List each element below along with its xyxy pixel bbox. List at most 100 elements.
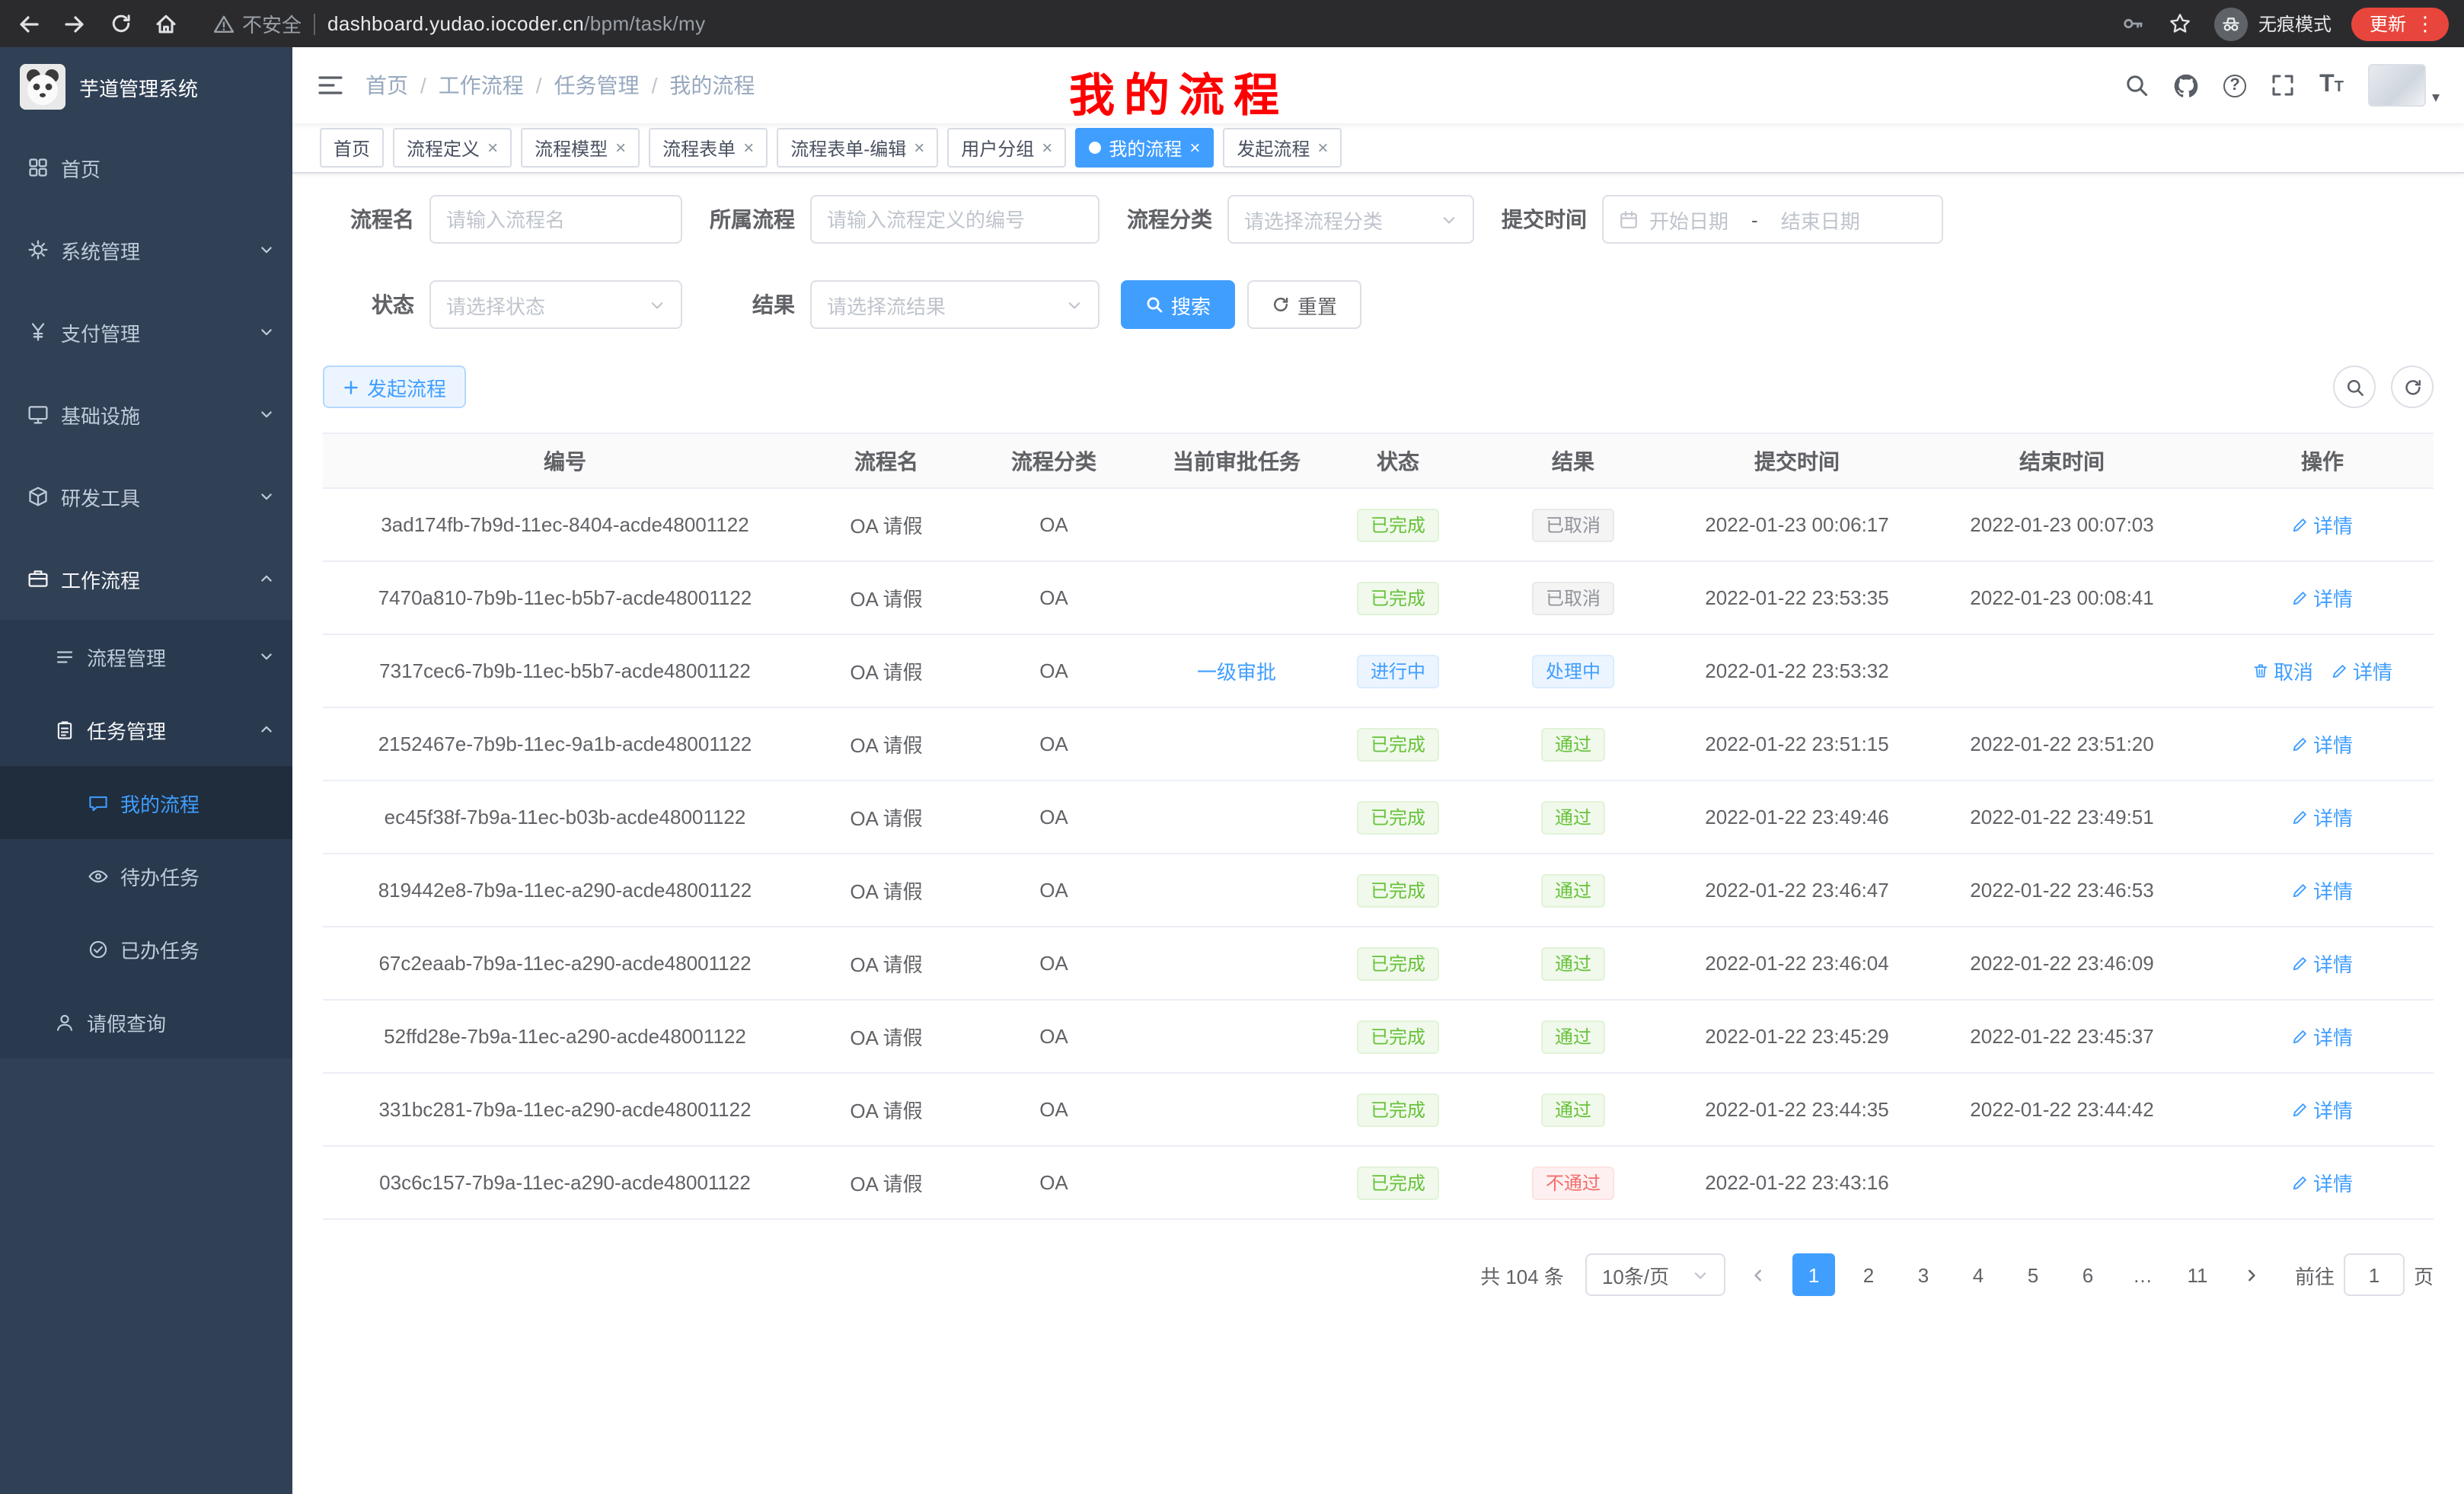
cell-end-time: 2022-01-22 23:51:20 xyxy=(1913,707,2211,781)
sidebar-item-task-management[interactable]: 任务管理 xyxy=(0,693,292,766)
update-button[interactable]: 更新 ⋮ xyxy=(2351,7,2449,40)
sidebar-item-process-management[interactable]: 流程管理 xyxy=(0,620,292,693)
reload-icon[interactable] xyxy=(107,10,134,37)
home-icon[interactable] xyxy=(152,10,180,37)
detail-link[interactable]: 详情 xyxy=(2292,803,2353,832)
close-icon[interactable]: × xyxy=(487,139,498,157)
close-icon[interactable]: × xyxy=(615,139,626,157)
browser-menu-icon[interactable]: ⋮ xyxy=(2415,11,2435,36)
tab-user-group[interactable]: 用户分组 × xyxy=(947,128,1066,168)
sidebar-item-my-process[interactable]: 我的流程 xyxy=(0,766,292,839)
forward-icon[interactable] xyxy=(61,10,88,37)
back-icon[interactable] xyxy=(15,10,43,37)
github-icon[interactable] xyxy=(2173,72,2199,98)
sidebar-item-workflow[interactable]: 工作流程 xyxy=(0,538,292,620)
pages-ellipsis[interactable]: … xyxy=(2121,1253,2164,1296)
bookmark-star-icon[interactable] xyxy=(2167,10,2194,37)
sidebar-item-system[interactable]: 系统管理 xyxy=(0,209,292,291)
close-icon[interactable]: × xyxy=(1189,139,1200,157)
tab-process-form-edit[interactable]: 流程表单-编辑 × xyxy=(777,128,938,168)
detail-link[interactable]: 详情 xyxy=(2292,583,2353,612)
search-icon[interactable] xyxy=(2124,73,2149,97)
process-def-input-wrap xyxy=(810,195,1100,244)
tab-process-definition[interactable]: 流程定义 × xyxy=(393,128,512,168)
breadcrumb-item[interactable]: 首页 xyxy=(365,70,408,101)
cell-submit-time: 2022-01-22 23:45:29 xyxy=(1681,1000,1913,1073)
sidebar-item-infrastructure[interactable]: 基础设施 xyxy=(0,373,292,455)
cell-submit-time: 2022-01-22 23:53:35 xyxy=(1681,561,1913,634)
submit-time-range-picker[interactable]: 开始日期 - 结束日期 xyxy=(1602,195,1943,244)
page-button-2[interactable]: 2 xyxy=(1847,1253,1890,1296)
page-button-4[interactable]: 4 xyxy=(1957,1253,2000,1296)
process-def-input[interactable] xyxy=(827,208,1083,231)
tab-start-process[interactable]: 发起流程 × xyxy=(1223,128,1342,168)
detail-link[interactable]: 详情 xyxy=(2292,729,2353,758)
search-button[interactable]: 搜索 xyxy=(1121,280,1235,329)
sidebar-item-todo-tasks[interactable]: 待办任务 xyxy=(0,839,292,912)
category-placeholder: 请选择流程分类 xyxy=(1244,205,1383,234)
address-divider xyxy=(314,13,315,34)
page-button-11[interactable]: 11 xyxy=(2176,1253,2219,1296)
start-process-button[interactable]: 发起流程 xyxy=(323,366,466,408)
incognito-badge[interactable]: 无痕模式 xyxy=(2214,7,2332,40)
security-status[interactable]: 不安全 xyxy=(213,9,302,38)
detail-link[interactable]: 详情 xyxy=(2292,1095,2353,1124)
fullscreen-icon[interactable] xyxy=(2271,73,2295,97)
address-bar[interactable]: 不安全 dashboard.yudao.iocoder.cn/bpm/task/… xyxy=(213,9,2102,38)
password-key-icon[interactable] xyxy=(2120,10,2147,37)
refresh-table-button[interactable] xyxy=(2391,366,2434,408)
detail-link[interactable]: 详情 xyxy=(2292,876,2353,905)
status-badge: 已完成 xyxy=(1357,508,1439,541)
detail-link[interactable]: 详情 xyxy=(2332,656,2392,685)
user-avatar-dropdown[interactable]: ▾ xyxy=(2368,64,2440,107)
reset-button[interactable]: 重置 xyxy=(1247,280,1361,329)
sidebar-item-devtools[interactable]: 研发工具 xyxy=(0,455,292,538)
tab-process-form[interactable]: 流程表单 × xyxy=(649,128,768,168)
cell-id: 2152467e-7b9b-11ec-9a1b-acde48001122 xyxy=(323,707,807,781)
page-button-5[interactable]: 5 xyxy=(2012,1253,2054,1296)
cell-result: 已取消 xyxy=(1465,561,1681,634)
breadcrumb: 首页 / 工作流程 / 任务管理 / 我的流程 xyxy=(365,70,755,101)
cell-name: OA 请假 xyxy=(807,561,965,634)
detail-link[interactable]: 详情 xyxy=(2292,1168,2353,1197)
result-badge: 通过 xyxy=(1541,727,1605,761)
task-link[interactable]: 一级审批 xyxy=(1197,656,1276,685)
close-icon[interactable]: × xyxy=(914,139,924,157)
page-button-6[interactable]: 6 xyxy=(2067,1253,2109,1296)
sidebar-item-home[interactable]: 首页 xyxy=(0,126,292,209)
close-icon[interactable]: × xyxy=(1317,139,1328,157)
cell-operations: 详情 xyxy=(2211,707,2434,781)
page-button-1[interactable]: 1 xyxy=(1792,1253,1835,1296)
tab-my-process[interactable]: 我的流程 × xyxy=(1075,128,1214,168)
page-button-3[interactable]: 3 xyxy=(1902,1253,1945,1296)
sidebar-item-done-tasks[interactable]: 已办任务 xyxy=(0,912,292,985)
sidebar-item-leave-query[interactable]: 请假查询 xyxy=(0,985,292,1058)
status-select[interactable]: 请选择状态 xyxy=(429,280,682,329)
detail-link[interactable]: 详情 xyxy=(2292,510,2353,539)
close-icon[interactable]: × xyxy=(743,139,754,157)
help-icon[interactable]: ? xyxy=(2223,74,2246,97)
app-logo-row[interactable]: 芋道管理系统 xyxy=(0,47,292,126)
close-icon[interactable]: × xyxy=(1042,139,1052,157)
tab-process-model[interactable]: 流程模型 × xyxy=(521,128,640,168)
detail-link[interactable]: 详情 xyxy=(2292,949,2353,978)
prev-page-button[interactable] xyxy=(1738,1253,1780,1296)
cancel-link[interactable]: 取消 xyxy=(2252,656,2313,685)
result-select[interactable]: 请选择流结果 xyxy=(810,280,1100,329)
status-badge: 已完成 xyxy=(1357,1020,1439,1053)
page-size-select[interactable]: 10条/页 xyxy=(1585,1253,1725,1296)
url-text: dashboard.yudao.iocoder.cn/bpm/task/my xyxy=(327,12,706,35)
tab-home[interactable]: 首页 xyxy=(320,128,384,168)
detail-link[interactable]: 详情 xyxy=(2292,1022,2353,1051)
sidebar-item-payment[interactable]: 支付管理 xyxy=(0,291,292,373)
goto-page-input[interactable] xyxy=(2344,1253,2405,1296)
show-search-button[interactable] xyxy=(2333,366,2376,408)
font-size-icon[interactable]: TT xyxy=(2319,72,2344,99)
hamburger-icon[interactable] xyxy=(317,73,344,97)
breadcrumb-item[interactable]: 任务管理 xyxy=(554,70,640,101)
category-select[interactable]: 请选择流程分类 xyxy=(1227,195,1474,244)
chevron-up-icon xyxy=(259,571,274,586)
process-name-input[interactable] xyxy=(446,208,665,231)
breadcrumb-item[interactable]: 工作流程 xyxy=(439,70,524,101)
next-page-button[interactable] xyxy=(2231,1253,2274,1296)
